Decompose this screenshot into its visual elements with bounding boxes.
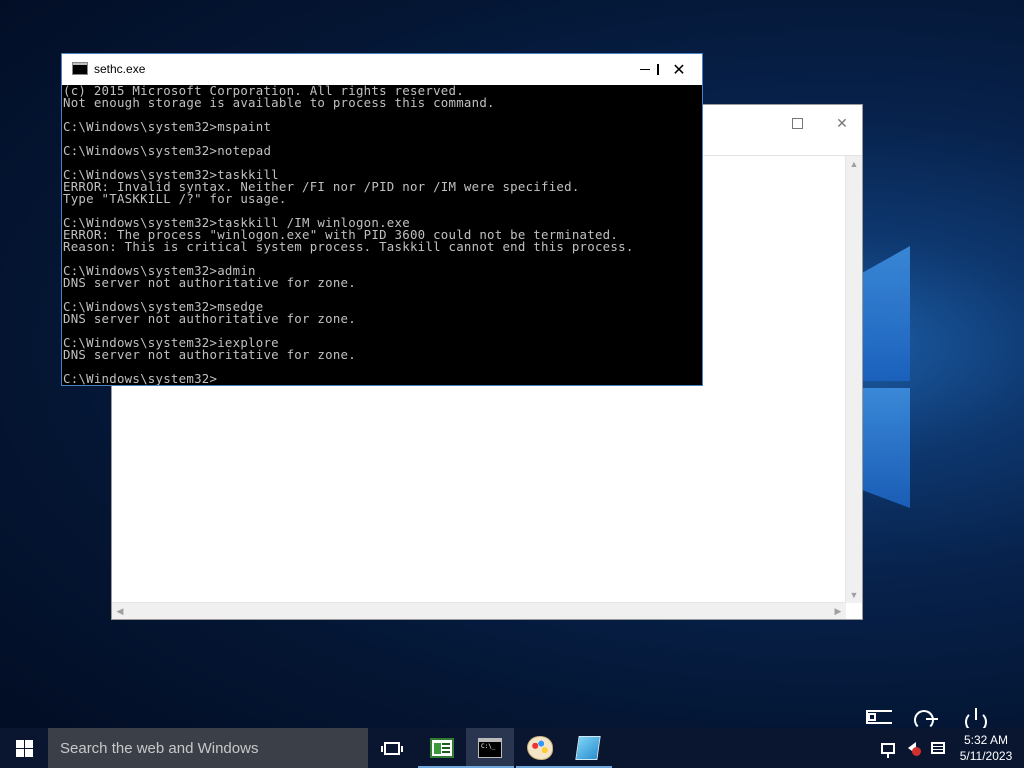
console-line: C:\Windows\system32> [63, 371, 218, 385]
console-line: DNS server not authoritative for zone. [63, 275, 356, 290]
console-line: C:\Windows\system32>mspaint [63, 119, 272, 134]
start-button[interactable] [0, 728, 48, 768]
clock-time: 5:32 AM [963, 733, 1009, 747]
scroll-right-icon[interactable]: ▶ [830, 603, 846, 619]
cmd-window[interactable]: sethc.exe ✕ (c) 2015 Microsoft Corporati… [61, 53, 703, 386]
taskbar-cmd[interactable] [466, 728, 514, 768]
power-icon[interactable] [962, 708, 992, 733]
maximize-button[interactable] [777, 111, 817, 135]
action-center-icon [931, 742, 945, 754]
network-icon [881, 742, 895, 758]
scroll-down-icon[interactable]: ▼ [846, 587, 862, 603]
console-line: DNS server not authoritative for zone. [63, 311, 356, 326]
console-line: C:\Windows\system32>notepad [63, 143, 272, 158]
taskbar-app-1[interactable] [418, 728, 466, 768]
task-view-button[interactable] [368, 728, 416, 768]
vertical-scrollbar[interactable]: ▲ ▼ [845, 156, 862, 603]
app-icon [430, 738, 454, 758]
task-view-icon [381, 741, 403, 755]
cmd-close-button[interactable]: ✕ [656, 54, 702, 85]
scroll-left-icon[interactable]: ◀ [112, 603, 128, 619]
tablet-mode-icon[interactable] [864, 708, 894, 730]
windows-start-icon [15, 739, 33, 757]
cmd-window-title: sethc.exe [94, 62, 146, 76]
console-line: Not enough storage is available to proce… [63, 95, 495, 110]
console-line: Reason: This is critical system process.… [63, 239, 634, 254]
close-icon: ✕ [672, 61, 686, 79]
cmd-icon [478, 738, 502, 758]
restart-icon[interactable] [912, 708, 942, 730]
mute-indicator-icon [912, 747, 921, 756]
clock-date: 5/11/2023 [959, 749, 1013, 763]
maximize-icon [791, 117, 803, 129]
horizontal-scrollbar[interactable]: ◀ ▶ [112, 602, 846, 619]
desktop-windows-logo [862, 238, 922, 508]
taskbar-paint[interactable] [516, 728, 564, 768]
cmd-maximize-button[interactable] [610, 54, 659, 85]
cmd-icon [72, 62, 88, 75]
console-line: DNS server not authoritative for zone. [63, 347, 356, 362]
console-line: Type "TASKKILL /?" for usage. [63, 191, 287, 206]
search-placeholder: Search the web and Windows [60, 739, 259, 757]
console-output[interactable]: (c) 2015 Microsoft Corporation. All righ… [62, 85, 702, 385]
search-box[interactable]: Search the web and Windows [48, 728, 368, 768]
scroll-up-icon[interactable]: ▲ [846, 156, 862, 172]
network-tray[interactable] [876, 728, 900, 768]
paint-icon [527, 736, 553, 760]
taskbar-notepad[interactable] [564, 728, 612, 768]
action-center-tray[interactable] [926, 728, 950, 768]
close-icon: ✕ [836, 114, 848, 131]
clock[interactable]: 5:32 AM 5/11/2023 [948, 728, 1024, 768]
notepad-icon [575, 736, 601, 760]
taskbar: Search the web and Windows 5:32 AM 5/11/… [0, 728, 1024, 768]
cmd-titlebar[interactable]: sethc.exe ✕ [62, 54, 702, 85]
close-button[interactable]: ✕ [822, 111, 862, 135]
